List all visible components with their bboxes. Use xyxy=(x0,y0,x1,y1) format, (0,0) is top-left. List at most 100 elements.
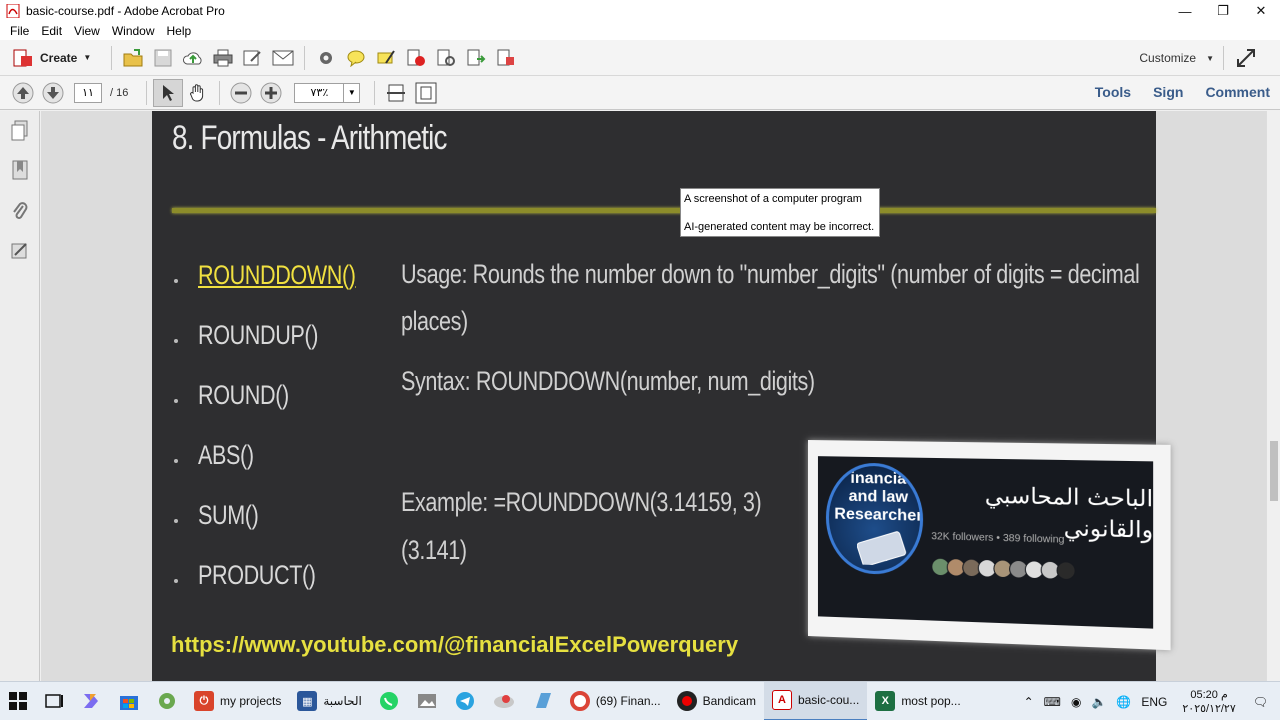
close-button[interactable]: ✕ xyxy=(1242,0,1280,22)
menu-window[interactable]: Window xyxy=(106,24,161,38)
pdf-file-icon: A xyxy=(772,690,792,710)
photos-button[interactable] xyxy=(408,682,446,720)
previous-page-button[interactable] xyxy=(8,79,38,107)
customize-label: Customize xyxy=(1139,51,1196,65)
fit-page-button[interactable] xyxy=(411,79,441,107)
zoom-in-button[interactable] xyxy=(256,79,286,107)
tools-app-button[interactable] xyxy=(148,682,186,720)
minimize-button[interactable]: — xyxy=(1166,0,1204,22)
stamp-button[interactable] xyxy=(491,44,521,72)
whatsapp-button[interactable] xyxy=(370,682,408,720)
fit-page-icon xyxy=(415,82,437,104)
page-number-input[interactable]: ١١ xyxy=(74,83,102,103)
camera-icon[interactable]: ◉ xyxy=(1071,695,1081,709)
delete-button[interactable] xyxy=(401,44,431,72)
zoom-out-button[interactable] xyxy=(226,79,256,107)
usage-text-line2: places) xyxy=(401,306,468,337)
settings-button[interactable] xyxy=(311,44,341,72)
chevron-down-icon: ▼ xyxy=(83,53,91,62)
menu-file[interactable]: File xyxy=(4,24,35,38)
tooltip-line1: A screenshot of a computer program xyxy=(684,192,876,206)
select-tool-button[interactable] xyxy=(153,79,183,107)
taskbar-bandicam[interactable]: Bandicam xyxy=(669,682,764,720)
export-button[interactable] xyxy=(461,44,491,72)
hand-tool-button[interactable] xyxy=(183,79,213,107)
cloud-app-button[interactable] xyxy=(484,682,524,720)
taskbar-label: Bandicam xyxy=(703,694,756,708)
bullet-dot xyxy=(174,459,178,463)
vertical-scrollbar[interactable] xyxy=(1266,111,1280,681)
volume-icon[interactable]: 🔈 xyxy=(1091,695,1106,709)
copilot-button[interactable] xyxy=(72,682,110,720)
paperclip-icon xyxy=(11,200,29,222)
function-product: PRODUCT() xyxy=(198,560,316,591)
chevron-up-icon[interactable]: ⌃ xyxy=(1024,695,1034,709)
gear-icon xyxy=(317,49,335,67)
channel-profile-overlay: inancia and law Researcher الباحث المحاس… xyxy=(808,440,1171,650)
taskbar-calculator[interactable]: ▦ الحاسبة xyxy=(289,682,370,720)
task-view-button[interactable] xyxy=(36,682,72,720)
menu-edit[interactable]: Edit xyxy=(35,24,68,38)
comment-link[interactable]: Comment xyxy=(1205,84,1270,100)
open-folder-button[interactable] xyxy=(118,44,148,72)
fullscreen-expand-icon[interactable] xyxy=(1234,46,1258,70)
zoom-select[interactable]: ٧٣٪ ▼ xyxy=(294,83,360,103)
maximize-button[interactable]: ❐ xyxy=(1204,0,1242,22)
next-page-button[interactable] xyxy=(38,79,68,107)
print-button[interactable] xyxy=(208,44,238,72)
edit-button[interactable] xyxy=(238,44,268,72)
lock-page-icon xyxy=(436,49,456,67)
stamp-icon xyxy=(496,49,516,67)
usage-text-line1: Usage: Rounds the number down to "number… xyxy=(401,259,1139,290)
menu-help[interactable]: Help xyxy=(161,24,198,38)
sign-link[interactable]: Sign xyxy=(1153,84,1183,100)
window-title: basic-course.pdf - Adobe Acrobat Pro xyxy=(26,4,225,18)
page-thumbnails-button[interactable] xyxy=(0,111,40,151)
notes-app-button[interactable] xyxy=(524,682,562,720)
customize-menu[interactable]: Customize ▼ xyxy=(1139,51,1214,65)
avatar-text-2: and law xyxy=(833,487,923,507)
notifications-icon[interactable]: 🗨 xyxy=(1253,695,1268,709)
clock[interactable]: 05:20 م ٢٠٢٥/١٢/٢٧ xyxy=(1182,688,1235,716)
cloud-upload-icon xyxy=(182,49,204,67)
store-button[interactable] xyxy=(110,682,148,720)
scrollbar-thumb[interactable] xyxy=(1270,441,1278,501)
create-button[interactable]: Create ▼ xyxy=(12,48,91,68)
taskbar-acrobat[interactable]: Abasic-cou... xyxy=(764,682,867,720)
envelope-icon xyxy=(272,50,294,66)
clock-date: ٢٠٢٥/١٢/٢٧ xyxy=(1182,702,1235,716)
email-button[interactable] xyxy=(268,44,298,72)
profile-header: inancia and law Researcher الباحث المحاس… xyxy=(818,456,1153,628)
attachments-button[interactable] xyxy=(0,191,40,231)
network-globe-icon[interactable]: 🌐 xyxy=(1116,695,1131,709)
calculator-icon xyxy=(857,530,908,566)
upload-cloud-button[interactable] xyxy=(178,44,208,72)
avatar-text-1: inancia xyxy=(833,469,923,489)
highlight-button[interactable] xyxy=(371,44,401,72)
menu-view[interactable]: View xyxy=(68,24,106,38)
start-button[interactable] xyxy=(0,682,36,720)
youtube-link[interactable]: https://www.youtube.com/@financialExcelP… xyxy=(171,632,738,658)
title-rule xyxy=(172,208,1156,213)
telegram-button[interactable] xyxy=(446,682,484,720)
save-icon xyxy=(154,49,172,67)
page-total: / 16 xyxy=(110,87,128,99)
menu-bar: File Edit View Window Help xyxy=(0,22,1280,40)
toolbar-divider xyxy=(111,46,112,70)
protect-button[interactable] xyxy=(431,44,461,72)
tools-link[interactable]: Tools xyxy=(1095,84,1131,100)
ime-icon[interactable]: ⌨ xyxy=(1044,695,1061,709)
fit-width-button[interactable] xyxy=(381,79,411,107)
signatures-button[interactable] xyxy=(0,231,40,271)
language-indicator[interactable]: ENG xyxy=(1141,695,1167,709)
comment-button[interactable] xyxy=(341,44,371,72)
taskbar-excel[interactable]: Xmost pop... xyxy=(867,682,968,720)
taskbar-chrome[interactable]: (69) Finan... xyxy=(562,682,669,720)
save-button[interactable] xyxy=(148,44,178,72)
record-icon xyxy=(677,691,697,711)
taskbar-my-projects[interactable]: ⏻ my projects xyxy=(186,682,289,720)
taskbar-label: basic-cou... xyxy=(798,693,859,707)
title-bar: basic-course.pdf - Adobe Acrobat Pro — ❐… xyxy=(0,0,1280,22)
bookmarks-button[interactable] xyxy=(0,151,40,191)
toolbar-divider xyxy=(374,81,375,105)
